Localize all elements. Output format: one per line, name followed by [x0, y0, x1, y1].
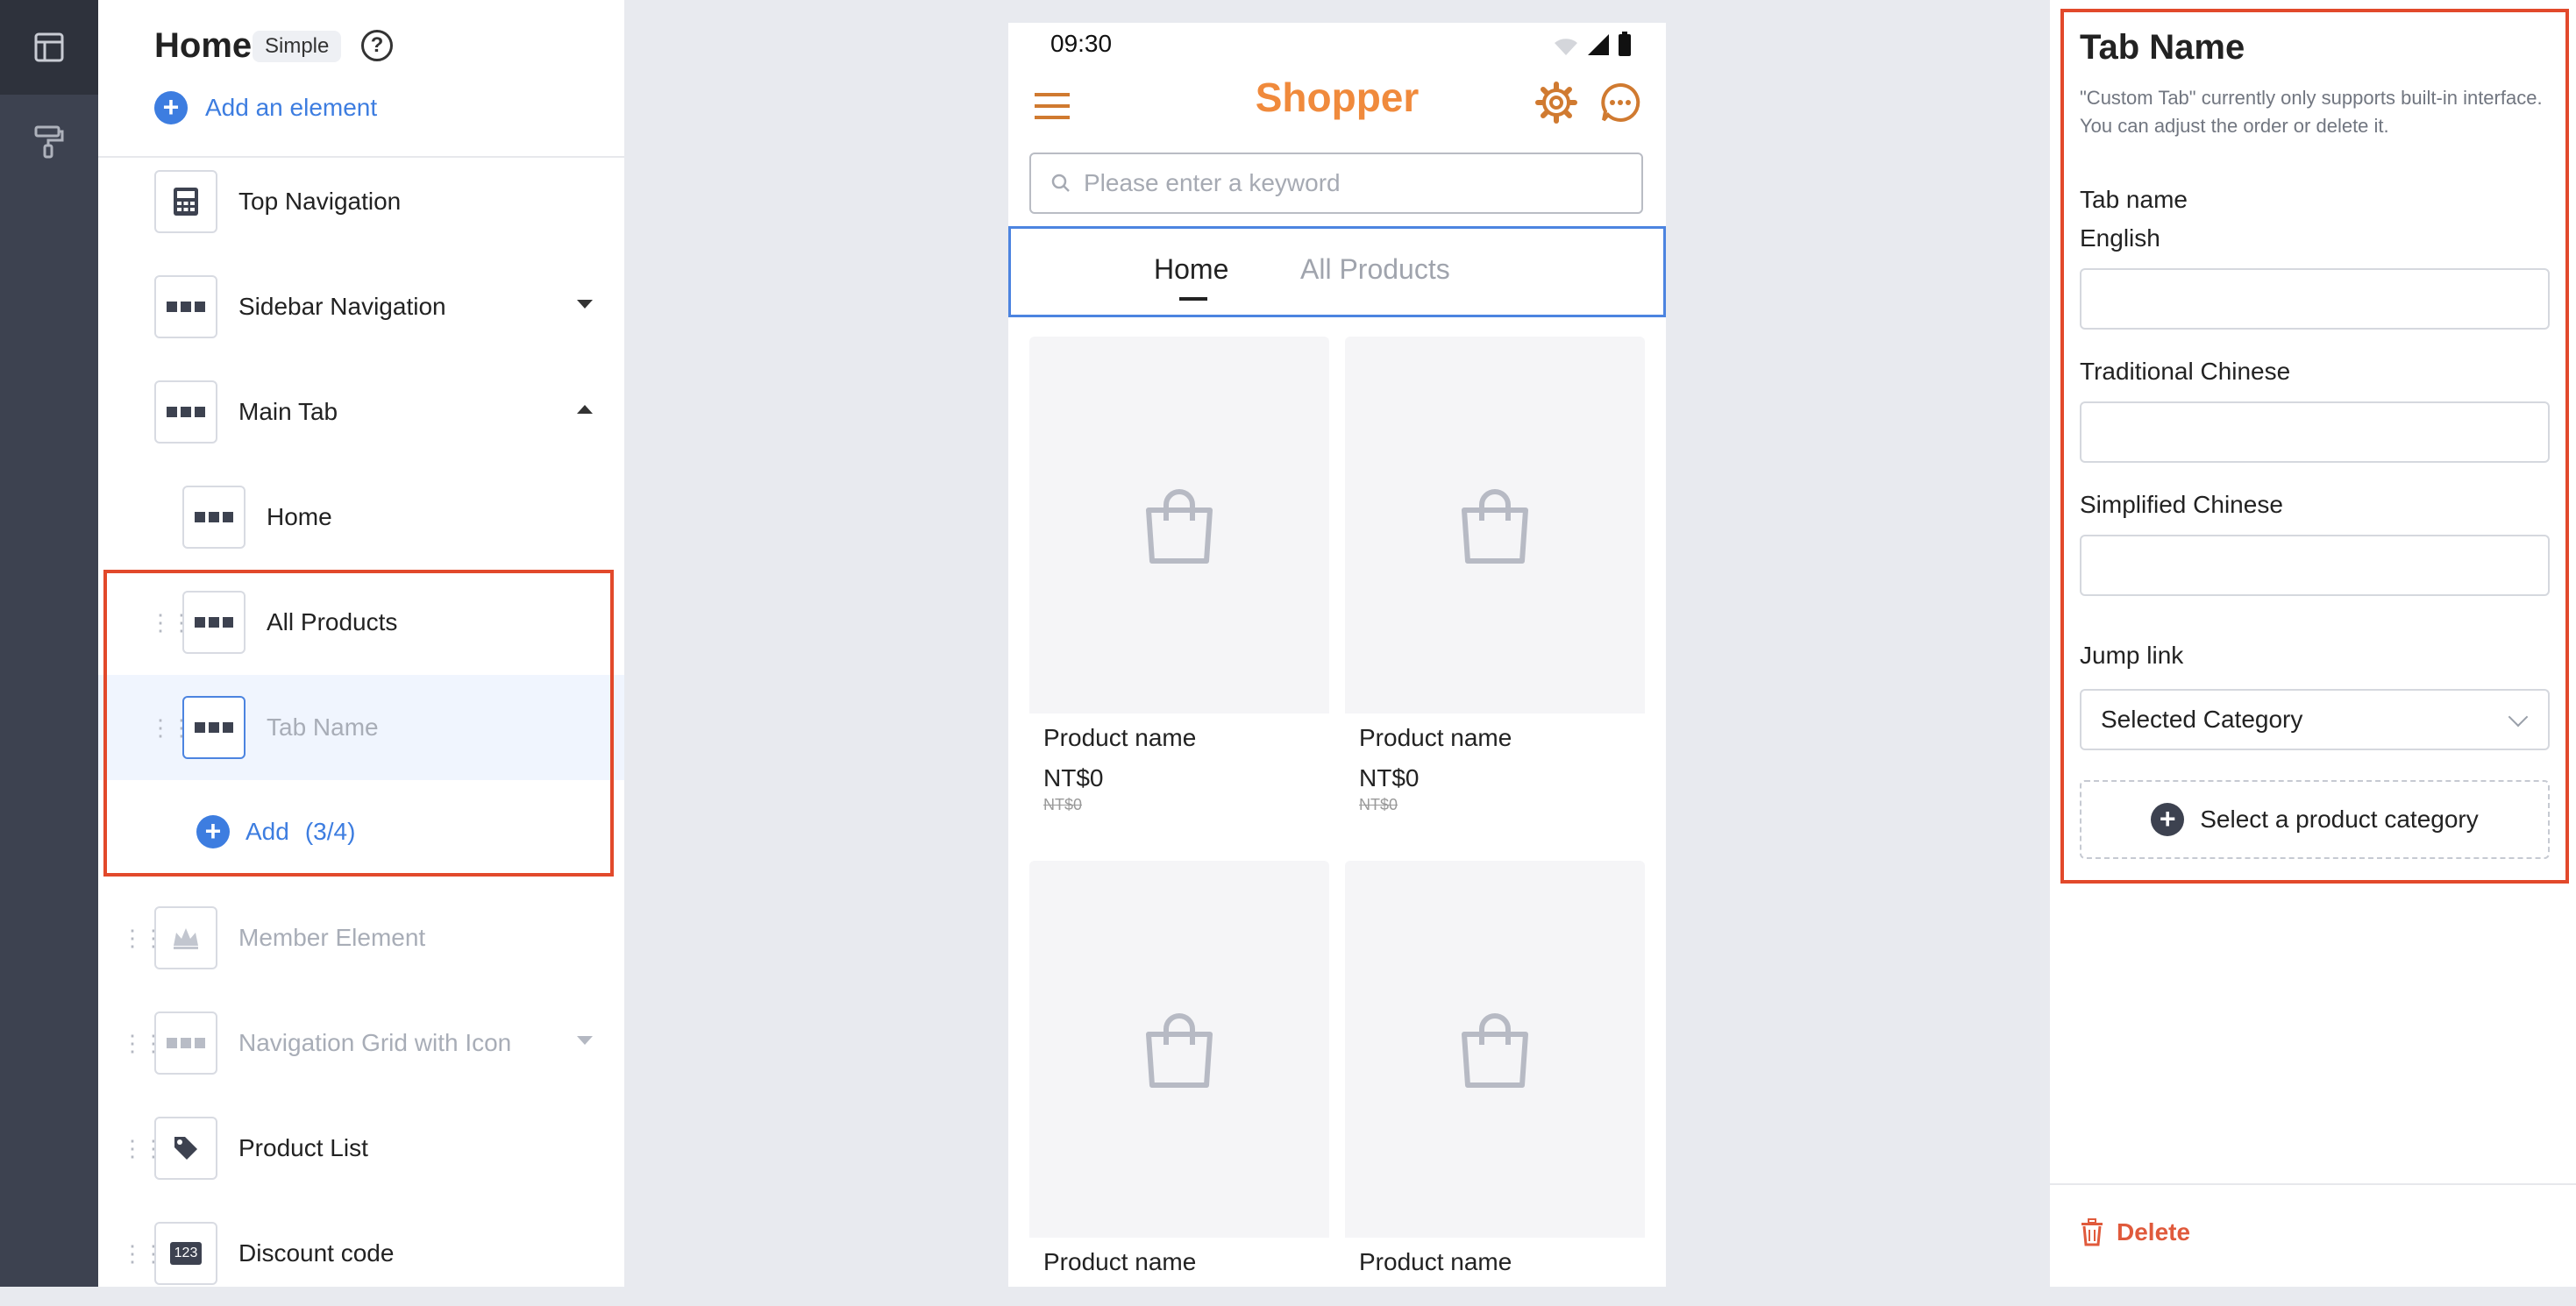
shopping-bag-icon: [1146, 489, 1213, 564]
chevron-down-icon[interactable]: [577, 300, 593, 309]
active-tab-indicator: [1179, 297, 1207, 301]
chevron-up-icon[interactable]: [577, 405, 593, 414]
product-original-price: NT$0: [1043, 796, 1083, 813]
element-label: Top Navigation: [238, 188, 402, 215]
grid-icon: [154, 275, 217, 338]
add-element-label: Add an element: [205, 94, 378, 121]
shopping-bag-icon: [1146, 1013, 1213, 1088]
main-tab-bar: Home All Products: [1008, 226, 1666, 317]
element-member[interactable]: ⋮⋮ Member Element: [98, 885, 624, 990]
chat-icon[interactable]: [1600, 82, 1640, 127]
product-price: NT$0: [1043, 764, 1104, 791]
product-name: Product name: [1043, 1248, 1197, 1275]
mode-badge[interactable]: Simple: [253, 31, 342, 62]
divider: [2050, 1183, 2576, 1185]
tab-item-home[interactable]: Home: [98, 465, 624, 570]
tab-home[interactable]: Home: [1154, 253, 1228, 286]
status-icons: [1554, 32, 1631, 56]
grid-icon: [154, 380, 217, 444]
coupon-icon-text: 123: [169, 1242, 203, 1265]
calculator-icon: [154, 170, 217, 233]
settings-gear-icon[interactable]: [1534, 81, 1578, 129]
tag-icon: [154, 1117, 217, 1180]
element-product-list[interactable]: ⋮⋮ Product List: [98, 1096, 624, 1201]
element-main-tab[interactable]: Main Tab: [98, 359, 624, 465]
shopping-bag-icon: [1462, 489, 1528, 564]
element-label: Member Element: [238, 924, 426, 951]
add-element-button[interactable]: + Add an element: [154, 91, 377, 124]
status-time: 09:30: [1050, 30, 1113, 57]
crown-icon: [154, 906, 217, 969]
left-rail: [0, 0, 98, 1287]
tab-all-products[interactable]: All Products: [1300, 253, 1450, 286]
product-card[interactable]: Product name: [1029, 861, 1329, 1287]
wifi-icon: [1555, 39, 1577, 55]
highlight-box: [2060, 9, 2569, 884]
element-label: Discount code: [238, 1239, 395, 1267]
product-name: Product name: [1359, 724, 1512, 751]
delete-label: Delete: [2117, 1218, 2191, 1246]
product-original-price: NT$0: [1359, 796, 1398, 813]
product-image: [1029, 337, 1329, 713]
product-name: Product name: [1043, 724, 1197, 751]
coupon-icon: 123: [154, 1222, 217, 1285]
product-image: [1345, 861, 1645, 1238]
signal-icon: [1588, 34, 1609, 55]
battery-icon: [1619, 32, 1631, 56]
element-label: Sidebar Navigation: [238, 293, 446, 320]
search-icon: [1051, 174, 1070, 192]
grid-icon: [154, 1011, 217, 1075]
paint-roller-icon[interactable]: [0, 95, 98, 189]
element-discount-code[interactable]: ⋮⋮ 123 Discount code: [98, 1201, 624, 1306]
help-icon[interactable]: ?: [361, 30, 393, 61]
tab-label: Home: [267, 503, 332, 530]
product-card[interactable]: Product name NT$0 NT$0: [1345, 337, 1645, 825]
element-label: Product List: [238, 1134, 368, 1161]
element-sidebar-navigation[interactable]: Sidebar Navigation: [98, 254, 624, 359]
trash-icon: [2081, 1218, 2103, 1246]
element-top-navigation[interactable]: Top Navigation: [98, 149, 624, 254]
product-card[interactable]: Product name NT$0 NT$0: [1029, 337, 1329, 825]
product-image: [1345, 337, 1645, 713]
highlight-box: [103, 570, 614, 877]
grid-icon: [182, 486, 246, 549]
product-name: Product name: [1359, 1248, 1512, 1275]
search-input[interactable]: Please enter a keyword: [1029, 153, 1643, 214]
page-title: Home: [154, 26, 253, 65]
product-image: [1029, 861, 1329, 1238]
shopping-bag-icon: [1462, 1013, 1528, 1088]
layout-icon[interactable]: [0, 0, 98, 95]
search-placeholder: Please enter a keyword: [1084, 169, 1341, 196]
chevron-down-icon[interactable]: [577, 1036, 593, 1045]
element-label: Main Tab: [238, 398, 338, 425]
product-card[interactable]: Product name: [1345, 861, 1645, 1287]
element-label: Navigation Grid with Icon: [238, 1029, 512, 1056]
delete-button[interactable]: Delete: [2080, 1218, 2190, 1246]
product-price: NT$0: [1359, 764, 1420, 791]
plus-circle-icon: +: [154, 91, 188, 124]
phone-preview: 09:30 Shopper Please enter a keyword Hom…: [1008, 23, 1666, 1287]
element-navigation-grid[interactable]: ⋮⋮ Navigation Grid with Icon: [98, 990, 624, 1096]
